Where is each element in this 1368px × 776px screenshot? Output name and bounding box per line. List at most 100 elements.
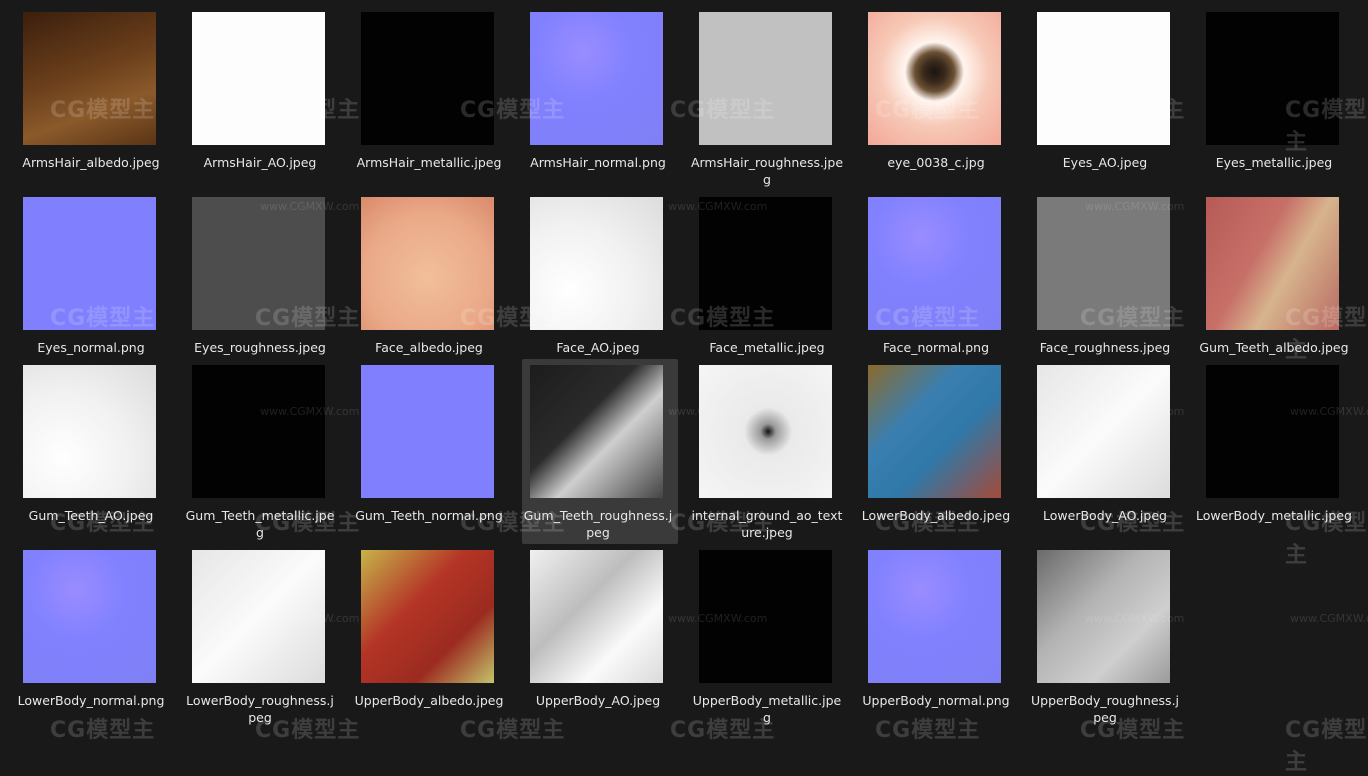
- watermark-logo: CG模型主: [1285, 718, 1368, 775]
- watermark-logo: CG模型主: [1285, 306, 1368, 363]
- watermark-logo: CG模型主: [1080, 98, 1186, 123]
- watermark-logo: CG模型主: [255, 718, 361, 743]
- watermark-logo: CG模型主: [875, 306, 981, 331]
- file-name: ArmsHair_AO.jpeg: [182, 154, 338, 171]
- watermark-logo: CG模型主: [1080, 718, 1186, 743]
- file-name-line: Face_roughness.jpeg: [1039, 340, 1171, 355]
- file-thumbnail[interactable]: [868, 365, 1001, 498]
- file-name-line: ArmsHair_roughness.jpe: [690, 155, 844, 170]
- watermark-logo: CG模型主: [50, 511, 156, 536]
- file-name-line: Eyes_normal.png: [37, 340, 145, 355]
- file-thumbnail[interactable]: [1206, 365, 1339, 498]
- watermark-url: www.CGMXW.com: [1085, 612, 1185, 625]
- watermark-logo: CG模型主: [875, 718, 981, 743]
- file-thumbnail[interactable]: [530, 365, 663, 498]
- watermark-logo: CG模型主: [255, 306, 361, 331]
- file-name: UpperBody_normal.png: [858, 692, 1014, 709]
- file-name-line: LowerBody_roughness.j: [186, 693, 334, 708]
- file-thumbnail[interactable]: [1037, 365, 1170, 498]
- watermark-url: www.CGMXW.com: [668, 405, 768, 418]
- file-name: ArmsHair_metallic.jpeg: [351, 154, 507, 171]
- watermark-url: www.CGMXW.com: [1085, 405, 1185, 418]
- watermark-logo: CG模型主: [670, 306, 776, 331]
- watermark-logo: CG模型主: [670, 718, 776, 743]
- file-thumbnail[interactable]: [530, 12, 663, 145]
- file-name: Face_AO.jpeg: [520, 339, 676, 356]
- file-name-line: UpperBody_roughness.j: [1030, 693, 1180, 708]
- file-name-line: Eyes_AO.jpeg: [1062, 155, 1148, 170]
- file-name-line: Face_albedo.jpeg: [375, 340, 483, 355]
- watermark-logo: CG模型主: [50, 718, 156, 743]
- file-thumbnail[interactable]: [23, 365, 156, 498]
- file-name: Eyes_normal.png: [13, 339, 169, 356]
- file-name: ArmsHair_normal.png: [520, 154, 676, 171]
- file-thumbnail[interactable]: [23, 550, 156, 683]
- watermark-logo: CG模型主: [875, 511, 981, 536]
- file-name-line: Eyes_roughness.jpeg: [194, 340, 326, 355]
- file-name: Face_metallic.jpeg: [689, 339, 845, 356]
- file-name: ArmsHair_roughness.jpeg: [689, 154, 845, 188]
- file-name: Face_roughness.jpeg: [1027, 339, 1183, 356]
- watermark-logo: CG模型主: [460, 98, 566, 123]
- watermark-logo: CG模型主: [670, 511, 776, 536]
- file-thumbnail[interactable]: [361, 12, 494, 145]
- file-name: Eyes_AO.jpeg: [1027, 154, 1183, 171]
- file-name-line: g: [763, 172, 771, 187]
- file-name-line: UpperBody_albedo.jpeg: [354, 693, 504, 708]
- file-name-line: UpperBody_metallic.jpe: [692, 693, 842, 708]
- file-name-line: Face_metallic.jpeg: [709, 340, 825, 355]
- watermark-logo: CG模型主: [875, 98, 981, 123]
- watermark-url: www.CGMXW.com: [260, 405, 360, 418]
- file-name-line: Eyes_metallic.jpeg: [1215, 155, 1333, 170]
- watermark-url: www.CGMXW.com: [1290, 612, 1368, 625]
- file-name: Face_normal.png: [858, 339, 1014, 356]
- watermark-logo: CG模型主: [1080, 306, 1186, 331]
- file-thumbnail[interactable]: [361, 550, 494, 683]
- watermark-logo: CG模型主: [460, 718, 566, 743]
- file-name-line: Face_normal.png: [882, 340, 990, 355]
- file-name-line: ArmsHair_metallic.jpeg: [356, 155, 502, 170]
- watermark-url: www.CGMXW.com: [260, 612, 360, 625]
- watermark-logo: CG模型主: [255, 511, 361, 536]
- file-thumbnail[interactable]: [699, 365, 832, 498]
- file-name: eye_0038_c.jpg: [858, 154, 1014, 171]
- file-name: Eyes_roughness.jpeg: [182, 339, 338, 356]
- file-name-line: ArmsHair_albedo.jpeg: [22, 155, 160, 170]
- file-thumbnail[interactable]: [530, 550, 663, 683]
- file-thumbnail[interactable]: [192, 12, 325, 145]
- watermark-logo: CG模型主: [460, 511, 566, 536]
- file-thumbnail[interactable]: [361, 365, 494, 498]
- file-name: UpperBody_AO.jpeg: [520, 692, 676, 709]
- file-name: Eyes_metallic.jpeg: [1196, 154, 1352, 171]
- file-name-line: UpperBody_AO.jpeg: [535, 693, 661, 708]
- watermark-logo: CG模型主: [460, 306, 566, 331]
- watermark-logo: CG模型主: [1080, 511, 1186, 536]
- file-name-line: Face_AO.jpeg: [556, 340, 640, 355]
- file-thumbnail[interactable]: [868, 12, 1001, 145]
- watermark-url: www.CGMXW.com: [1085, 200, 1185, 213]
- file-name: Face_albedo.jpeg: [351, 339, 507, 356]
- watermark-url: www.CGMXW.com: [668, 612, 768, 625]
- watermark-logo: CG模型主: [1285, 98, 1368, 155]
- file-thumbnail[interactable]: [868, 550, 1001, 683]
- file-thumbnail[interactable]: [192, 365, 325, 498]
- watermark-logo: CG模型主: [255, 98, 361, 123]
- file-thumbnail[interactable]: [699, 12, 832, 145]
- watermark-logo: CG模型主: [50, 98, 156, 123]
- file-name: LowerBody_normal.png: [13, 692, 169, 709]
- watermark-url: www.CGMXW.com: [1290, 405, 1368, 418]
- file-name-line: UpperBody_normal.png: [862, 693, 1010, 708]
- file-name: ArmsHair_albedo.jpeg: [13, 154, 169, 171]
- file-thumbnail[interactable]: [1037, 12, 1170, 145]
- watermark-url: www.CGMXW.com: [260, 200, 360, 213]
- watermark-logo: CG模型主: [50, 306, 156, 331]
- file-name-line: LowerBody_normal.png: [17, 693, 165, 708]
- watermark-logo: CG模型主: [1285, 511, 1368, 568]
- watermark-logo: CG模型主: [670, 98, 776, 123]
- file-name-line: ArmsHair_normal.png: [530, 155, 666, 170]
- file-thumbnail[interactable]: [23, 12, 156, 145]
- file-name-line: eye_0038_c.jpg: [887, 155, 985, 170]
- file-name-line: ArmsHair_AO.jpeg: [203, 155, 317, 170]
- watermark-url: www.CGMXW.com: [668, 200, 768, 213]
- file-name: UpperBody_albedo.jpeg: [351, 692, 507, 709]
